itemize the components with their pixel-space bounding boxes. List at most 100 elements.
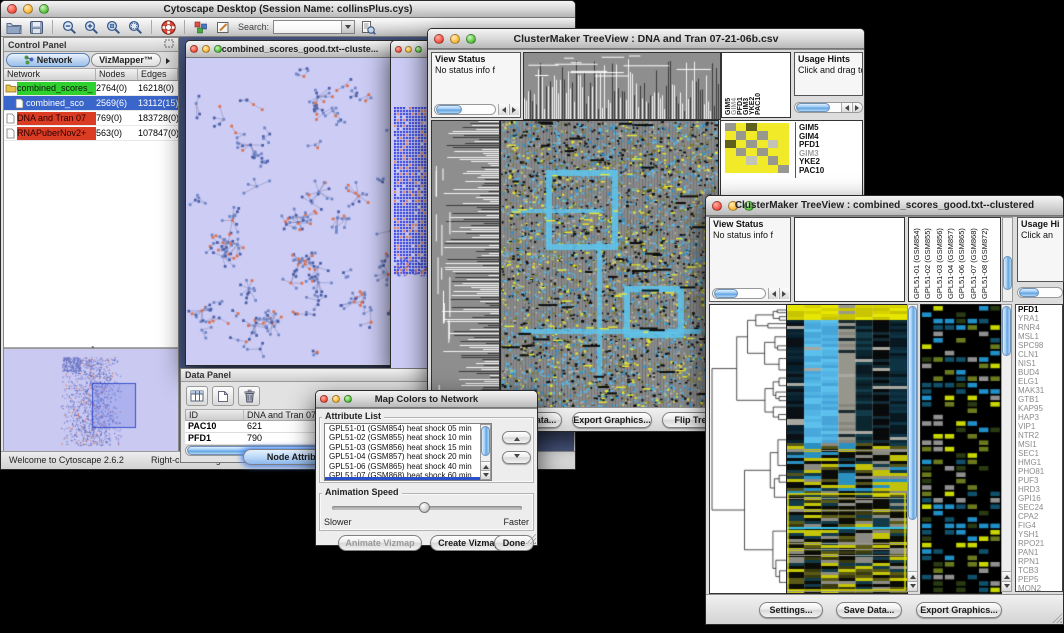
speed-slider-thumb[interactable] bbox=[419, 502, 430, 513]
treeview1-titlebar[interactable]: ClusterMaker TreeView : DNA and Tran 07-… bbox=[428, 29, 864, 49]
zoom-cell[interactable] bbox=[768, 131, 779, 139]
network-overview[interactable]: ● bbox=[4, 348, 178, 452]
gene-label-list[interactable]: PFD1YRA1RNR4MSL1SPC98CLN1NIS1BUD4ELG1MAK… bbox=[1015, 304, 1063, 592]
zoom-out-icon[interactable] bbox=[60, 19, 78, 35]
column-label[interactable]: PAC10 bbox=[755, 93, 762, 115]
zoom-cell[interactable] bbox=[768, 148, 779, 156]
zoom-cell[interactable] bbox=[725, 148, 736, 156]
attribute-item[interactable]: GPL51-06 (GSM865) heat shock 40 min bbox=[327, 462, 491, 471]
network-graph-canvas[interactable] bbox=[186, 58, 414, 365]
gene-label[interactable]: NIS1 bbox=[1016, 359, 1062, 368]
gene-label[interactable]: PUF3 bbox=[1016, 476, 1062, 485]
column-labels-vscrollbar[interactable] bbox=[1002, 217, 1013, 302]
zoom-in-icon[interactable] bbox=[82, 19, 100, 35]
close-icon[interactable] bbox=[712, 201, 722, 211]
scroll-left-icon[interactable] bbox=[498, 104, 508, 115]
gene-label[interactable]: CLN1 bbox=[1016, 350, 1062, 359]
attribute-list-vscrollbar[interactable] bbox=[480, 424, 491, 480]
gene-label[interactable]: SPC98 bbox=[1016, 341, 1062, 350]
search-dropdown-icon[interactable] bbox=[341, 21, 354, 33]
column-label[interactable]: GPL51-01 (GSM854) bbox=[912, 228, 921, 299]
row-dendrogram-canvas[interactable] bbox=[709, 304, 787, 594]
zoom-vscrollbar[interactable] bbox=[1001, 304, 1012, 592]
zoom-cell[interactable] bbox=[746, 123, 757, 131]
gene-label[interactable]: PEP5 bbox=[1016, 575, 1062, 584]
scroll-right-icon[interactable] bbox=[509, 104, 519, 115]
search-input[interactable] bbox=[273, 20, 355, 34]
zoom-cell[interactable] bbox=[736, 131, 747, 139]
scroll-up-icon[interactable] bbox=[480, 461, 491, 470]
network-row[interactable]: DNA and Tran 07769(0)183728(0) bbox=[4, 111, 178, 126]
scroll-up-icon[interactable] bbox=[1001, 571, 1012, 581]
zoom-cell[interactable] bbox=[746, 140, 757, 148]
gene-label[interactable]: SEC1 bbox=[1016, 449, 1062, 458]
zoom-cell[interactable] bbox=[757, 140, 768, 148]
resize-grip[interactable] bbox=[526, 534, 536, 544]
export-graphics-button[interactable]: Export Graphics... bbox=[572, 412, 652, 428]
gene-label[interactable]: CPA2 bbox=[1016, 512, 1062, 521]
close-icon[interactable] bbox=[395, 46, 402, 53]
zoom-cell[interactable] bbox=[778, 165, 789, 173]
column-label[interactable]: GPL51-03 (GSM856) bbox=[935, 228, 944, 299]
save-icon[interactable] bbox=[27, 19, 45, 35]
gene-label[interactable]: MSL1 bbox=[1016, 332, 1062, 341]
zoom-cell[interactable] bbox=[746, 165, 757, 173]
col-network[interactable]: Network bbox=[4, 69, 96, 80]
gene-label[interactable]: GTB1 bbox=[1016, 395, 1062, 404]
gene-label[interactable]: HAP3 bbox=[1016, 413, 1062, 422]
tab-network[interactable]: Network bbox=[6, 53, 90, 67]
gene-label[interactable]: VIP1 bbox=[1016, 422, 1062, 431]
scroll-down-icon[interactable] bbox=[1001, 581, 1012, 591]
close-icon[interactable] bbox=[7, 4, 17, 14]
minimize-icon[interactable] bbox=[405, 46, 412, 53]
annotation-icon[interactable] bbox=[214, 19, 232, 35]
scroll-left-icon[interactable] bbox=[768, 288, 778, 299]
scroll-up-icon[interactable] bbox=[907, 571, 918, 581]
animate-vizmap-button[interactable]: Animate Vizmap bbox=[338, 535, 422, 551]
close-icon[interactable] bbox=[434, 34, 444, 44]
zoom-cell[interactable] bbox=[768, 165, 779, 173]
zoom-cell[interactable] bbox=[778, 148, 789, 156]
view-status-hscrollbar[interactable] bbox=[712, 288, 766, 299]
zoom-cell[interactable] bbox=[725, 131, 736, 139]
zoom-cell[interactable] bbox=[746, 148, 757, 156]
network-row[interactable]: combined_scores_2764(0)16218(0) bbox=[4, 81, 178, 96]
heatmap-canvas[interactable] bbox=[786, 304, 908, 594]
heatmap-canvas[interactable] bbox=[500, 120, 719, 410]
gene-label[interactable]: PHO81 bbox=[1016, 467, 1062, 476]
search-index-icon[interactable] bbox=[359, 19, 377, 35]
minimize-icon[interactable] bbox=[202, 45, 210, 53]
maximize-icon[interactable] bbox=[415, 46, 422, 53]
column-dendrogram-canvas[interactable] bbox=[523, 52, 721, 120]
zoom-cell[interactable] bbox=[725, 156, 736, 164]
export-graphics-button[interactable]: Export Graphics... bbox=[916, 602, 1002, 618]
gene-label[interactable]: HRD3 bbox=[1016, 485, 1062, 494]
scroll-down-icon[interactable] bbox=[907, 581, 918, 591]
move-up-button[interactable] bbox=[502, 431, 531, 444]
gene-label[interactable]: RPO21 bbox=[1016, 539, 1062, 548]
gene-label[interactable]: ELG1 bbox=[1016, 377, 1062, 386]
delete-attribute-icon[interactable] bbox=[238, 386, 260, 406]
col-edges[interactable]: Edges bbox=[138, 69, 178, 80]
settings-button[interactable]: Settings... bbox=[759, 602, 823, 618]
attribute-list[interactable]: GPL51-01 (GSM854) heat shock 05 minGPL51… bbox=[324, 423, 492, 481]
zoom-cell[interactable] bbox=[757, 165, 768, 173]
column-label[interactable]: GPL51-07 (GSM868) bbox=[969, 228, 978, 299]
gene-label[interactable]: GPI16 bbox=[1016, 494, 1062, 503]
network-overview-canvas[interactable] bbox=[4, 349, 178, 452]
tab-vizmapper[interactable]: VizMapper™ bbox=[91, 53, 161, 67]
splitter-handle[interactable]: ● bbox=[91, 345, 95, 351]
attribute-item[interactable]: GPL51-03 (GSM856) heat shock 15 min bbox=[327, 443, 491, 452]
zoom-selected-icon[interactable] bbox=[104, 19, 122, 35]
move-down-button[interactable] bbox=[502, 451, 531, 464]
attribute-table-icon[interactable] bbox=[186, 386, 208, 406]
attribute-item[interactable]: GPL51-02 (GSM855) heat shock 10 min bbox=[327, 433, 491, 442]
gene-label[interactable]: NTR2 bbox=[1016, 431, 1062, 440]
zoom-cell[interactable] bbox=[725, 123, 736, 131]
dialog-titlebar[interactable]: Map Colors to Network bbox=[316, 391, 537, 408]
zoom-cell[interactable] bbox=[736, 156, 747, 164]
zoom-heatmap-matrix[interactable] bbox=[725, 123, 789, 173]
scroll-right-icon[interactable] bbox=[779, 288, 789, 299]
zoom-cell[interactable] bbox=[757, 148, 768, 156]
usage-hints-hscrollbar[interactable] bbox=[794, 102, 863, 113]
